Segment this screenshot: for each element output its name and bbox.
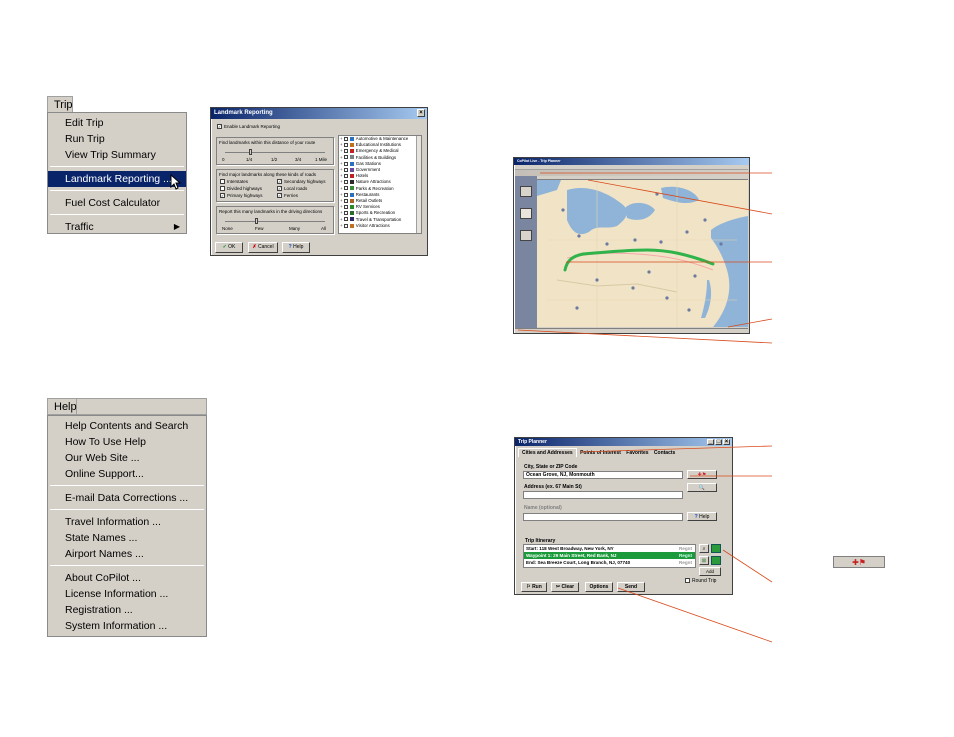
callout-line xyxy=(579,445,773,453)
callout-line xyxy=(722,549,773,583)
callout-line xyxy=(517,329,773,344)
callout-line xyxy=(587,179,773,215)
callout-line xyxy=(617,587,773,643)
callout-lines xyxy=(517,172,773,643)
callout-line xyxy=(727,318,773,328)
